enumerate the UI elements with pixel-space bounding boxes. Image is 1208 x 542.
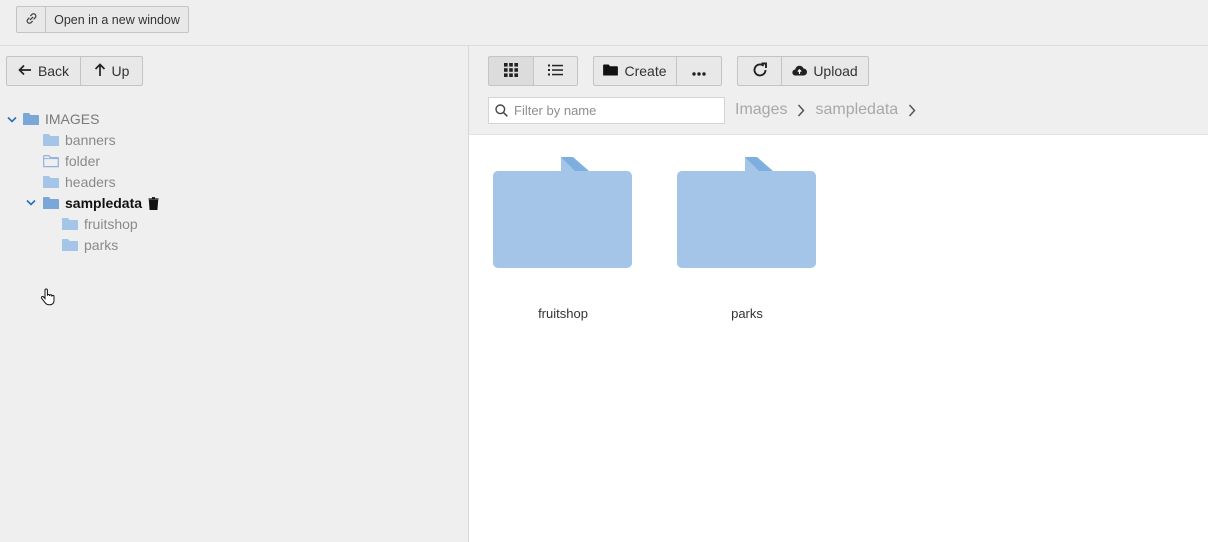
back-button[interactable]: Back [6, 56, 81, 86]
refresh-button[interactable] [737, 56, 782, 86]
folder-icon [43, 134, 59, 146]
arrow-left-icon [18, 63, 32, 79]
file-tile-parks[interactable]: parks [677, 156, 817, 326]
folder-icon [43, 197, 59, 209]
tree-item-label: sampledata [65, 195, 143, 211]
folder-icon [493, 157, 632, 268]
tree-item-folder[interactable]: folder [43, 151, 100, 171]
tree-item-sampledata[interactable]: sampledata [43, 193, 159, 213]
folder-icon [62, 218, 78, 230]
refresh-icon [752, 62, 768, 81]
tree-item-label: banners [65, 132, 116, 148]
refresh-upload-group: Upload [737, 56, 869, 86]
tree-item-images[interactable]: IMAGES [23, 109, 99, 129]
list-icon [548, 63, 563, 79]
file-tile-label: fruitshop [538, 306, 588, 321]
breadcrumb-item-sampledata[interactable]: sampledata [815, 101, 898, 119]
folder-tree-pane: Back Up IMAGES banners folder headers sa… [0, 46, 469, 542]
file-browser-toolbar: Create Upload Filter by name Images samp… [469, 46, 1208, 135]
folder-outline-icon [43, 155, 59, 168]
breadcrumb-item-images[interactable]: Images [735, 101, 787, 119]
create-label: Create [624, 63, 667, 79]
filter-input[interactable] [514, 103, 714, 118]
folder-icon [603, 63, 619, 79]
breadcrumb: Images sampledata [735, 101, 916, 119]
cloud-upload-icon [792, 63, 808, 79]
arrow-up-icon [94, 62, 106, 80]
view-toggle-group [488, 56, 578, 86]
open-window-group: Open in a new window [16, 6, 189, 33]
tree-item-label: headers [65, 174, 116, 190]
navigation-buttons: Back Up [6, 56, 143, 86]
more-actions-button[interactable] [677, 56, 722, 86]
tree-item-headers[interactable]: headers [43, 172, 116, 192]
tree-item-label: parks [84, 237, 119, 253]
folder-icon [43, 176, 59, 188]
open-new-window-button[interactable]: Open in a new window [46, 6, 189, 33]
upload-button[interactable]: Upload [782, 56, 869, 86]
folder-icon [62, 239, 78, 251]
chevron-down-icon[interactable] [25, 197, 37, 209]
file-browser-pane: Create Upload Filter by name Images samp… [469, 46, 1208, 542]
grid-icon [504, 62, 518, 80]
open-new-window-label: Open in a new window [54, 12, 180, 27]
chevron-right-icon [797, 103, 805, 117]
tree-item-label: IMAGES [45, 111, 100, 127]
create-group: Create [593, 56, 722, 86]
folder-icon [677, 157, 816, 268]
tree-item-fruitshop[interactable]: fruitshop [62, 214, 138, 234]
trash-icon[interactable] [148, 196, 159, 210]
grid-view-button[interactable] [488, 56, 534, 86]
chevron-right-icon [908, 103, 916, 117]
top-bar: Open in a new window [0, 0, 1208, 46]
filter-field[interactable] [488, 97, 725, 124]
hand-cursor-icon [40, 288, 56, 311]
up-label: Up [111, 63, 130, 79]
tree-item-parks[interactable]: parks [62, 235, 118, 255]
more-icon [692, 63, 706, 79]
link-icon [25, 12, 38, 28]
tree-item-label: folder [65, 153, 101, 169]
create-button[interactable]: Create [593, 56, 677, 86]
upload-label: Upload [813, 63, 858, 79]
tree-item-banners[interactable]: banners [43, 130, 116, 150]
link-button[interactable] [16, 6, 46, 33]
file-tile-fruitshop[interactable]: fruitshop [493, 156, 633, 326]
tree-item-label: fruitshop [84, 216, 138, 232]
search-icon [495, 104, 508, 117]
up-button[interactable]: Up [81, 56, 143, 86]
list-view-button[interactable] [534, 56, 578, 86]
back-label: Back [37, 63, 70, 79]
folder-icon [23, 113, 39, 125]
chevron-down-icon[interactable] [6, 114, 18, 126]
file-tile-label: parks [731, 306, 763, 321]
